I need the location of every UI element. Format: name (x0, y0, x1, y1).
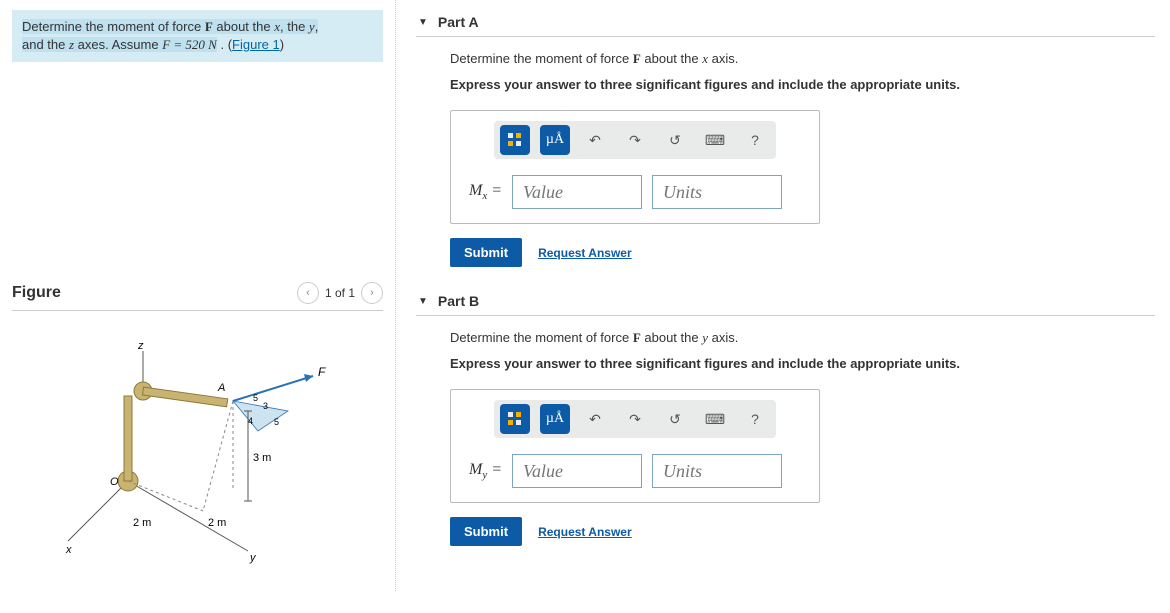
caret-down-icon: ▼ (418, 17, 428, 28)
part-a-prompt: Determine the moment of force F about th… (450, 51, 1155, 67)
part-b-instructions: Express your answer to three significant… (450, 356, 1155, 371)
figure-prev-button[interactable]: ‹ (297, 282, 319, 304)
part-a-value-input[interactable] (512, 175, 642, 209)
templates-button[interactable] (500, 404, 530, 434)
part-a-header[interactable]: ▼ Part A (416, 8, 1155, 37)
part-a-instructions: Express your answer to three significant… (450, 77, 1155, 92)
part-b-submit-button[interactable]: Submit (450, 517, 522, 546)
svg-text:3 m: 3 m (253, 452, 271, 464)
undo-button[interactable]: ↶ (580, 404, 610, 434)
part-a-toolbar: µÅ ↶ ↷ ↺ ⌨ ? (494, 121, 776, 159)
help-button[interactable]: ? (740, 404, 770, 434)
figure-pager: ‹ 1 of 1 › (297, 282, 383, 304)
figure-title: Figure (12, 284, 61, 302)
part-b-symbol: My = (469, 461, 502, 481)
part-b-request-answer-link[interactable]: Request Answer (538, 525, 632, 539)
part-a-units-input[interactable] (652, 175, 782, 209)
units-button[interactable]: µÅ (540, 125, 570, 155)
svg-text:2 m: 2 m (133, 517, 151, 529)
part-a-answer-box: µÅ ↶ ↷ ↺ ⌨ ? Mx = (450, 110, 820, 224)
part-b-toolbar: µÅ ↶ ↷ ↺ ⌨ ? (494, 400, 776, 438)
svg-text:F: F (318, 365, 326, 379)
part-b-answer-box: µÅ ↶ ↷ ↺ ⌨ ? My = (450, 389, 820, 503)
part-a-label: Part A (438, 14, 479, 30)
svg-text:O: O (110, 476, 119, 488)
help-button[interactable]: ? (740, 125, 770, 155)
svg-text:y: y (249, 552, 257, 564)
redo-button[interactable]: ↷ (620, 404, 650, 434)
part-b-label: Part B (438, 293, 479, 309)
templates-button[interactable] (500, 125, 530, 155)
part-b-prompt: Determine the moment of force F about th… (450, 330, 1155, 346)
keyboard-button[interactable]: ⌨ (700, 125, 730, 155)
part-a-request-answer-link[interactable]: Request Answer (538, 246, 632, 260)
part-a-symbol: Mx = (469, 182, 502, 202)
part-a-submit-button[interactable]: Submit (450, 238, 522, 267)
keyboard-button[interactable]: ⌨ (700, 404, 730, 434)
reset-button[interactable]: ↺ (660, 125, 690, 155)
svg-text:2 m: 2 m (208, 517, 226, 529)
units-button[interactable]: µÅ (540, 404, 570, 434)
part-b-units-input[interactable] (652, 454, 782, 488)
problem-statement: Determine the moment of force F about th… (12, 10, 383, 62)
svg-text:3: 3 (263, 401, 268, 411)
reset-button[interactable]: ↺ (660, 404, 690, 434)
part-b-value-input[interactable] (512, 454, 642, 488)
part-b-header[interactable]: ▼ Part B (416, 287, 1155, 316)
caret-down-icon: ▼ (418, 296, 428, 307)
svg-text:A: A (217, 382, 225, 394)
figure-next-button[interactable]: › (361, 282, 383, 304)
figure-pager-label: 1 of 1 (325, 286, 355, 300)
redo-button[interactable]: ↷ (620, 125, 650, 155)
svg-text:5: 5 (253, 393, 258, 403)
undo-button[interactable]: ↶ (580, 125, 610, 155)
svg-text:x: x (65, 544, 72, 556)
svg-text:z: z (137, 341, 144, 352)
svg-text:4: 4 (248, 416, 253, 426)
figure-image: x y z O A F 3 (12, 341, 383, 581)
svg-text:5: 5 (274, 417, 279, 427)
figure-link[interactable]: Figure 1 (232, 37, 280, 52)
